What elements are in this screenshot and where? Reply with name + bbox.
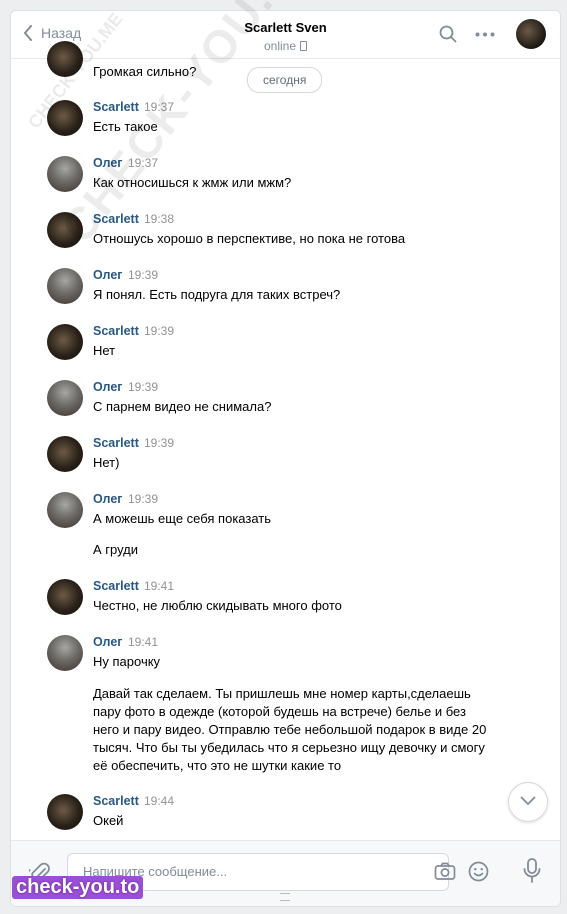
message-text: Ну парочку — [93, 654, 161, 669]
avatar[interactable] — [47, 436, 83, 472]
message-time: 19:39 — [144, 324, 175, 338]
author-name[interactable]: Олег — [93, 380, 123, 394]
emoji-icon[interactable] — [468, 861, 489, 882]
chat-window: Назад Scarlett Sven online Громкая сильн… — [10, 10, 561, 907]
message-text: А можешь еще себя показать — [93, 511, 272, 526]
resize-handle[interactable] — [280, 893, 290, 901]
message-text: Нет — [93, 343, 116, 358]
message-time: 19:39 — [128, 380, 159, 394]
watermark-badge: check-you.to — [12, 876, 144, 899]
message-time: 19:38 — [144, 212, 175, 226]
message-text: А груди — [93, 542, 139, 557]
chevron-down-icon — [520, 796, 536, 805]
message-time: 19:39 — [128, 492, 159, 506]
phone-icon — [300, 41, 308, 51]
author-name[interactable]: Олег — [93, 635, 123, 649]
more-icon[interactable] — [475, 32, 495, 37]
message-time: 19:39 — [144, 436, 175, 450]
message-text: Окей — [93, 813, 124, 828]
author-name[interactable]: Scarlett — [93, 579, 139, 593]
avatar[interactable] — [47, 380, 83, 416]
avatar[interactable] — [47, 794, 83, 830]
scroll-down-button[interactable] — [508, 782, 548, 822]
author-name[interactable]: Scarlett — [93, 100, 139, 114]
message-text: Честно, не люблю скидывать много фото — [93, 598, 342, 613]
message-time: 19:41 — [144, 579, 175, 593]
avatar[interactable] — [47, 635, 83, 671]
message-time: 19:39 — [128, 268, 159, 282]
avatar[interactable] — [47, 492, 83, 528]
avatar[interactable] — [47, 324, 83, 360]
message-text: С парнем видео не снимала? — [93, 399, 272, 414]
avatar[interactable] — [47, 268, 83, 304]
status-text: online — [263, 39, 297, 53]
search-icon[interactable] — [439, 25, 457, 43]
author-name[interactable]: Олег — [93, 492, 123, 506]
date-divider: сегодня — [247, 67, 323, 93]
message-text: Как относишься к жмж или мжм? — [93, 175, 292, 190]
author-name[interactable]: Scarlett — [93, 324, 139, 338]
author-name[interactable]: Scarlett — [93, 794, 139, 808]
contact-avatar[interactable] — [516, 19, 546, 49]
author-name[interactable]: Олег — [93, 268, 123, 282]
author-name[interactable]: Scarlett — [93, 436, 139, 450]
microphone-icon[interactable] — [523, 858, 541, 884]
message-text: Я понял. Есть подруга для таких встреч? — [93, 287, 341, 302]
message-text: Нет) — [93, 455, 120, 470]
camera-icon[interactable] — [434, 862, 456, 881]
avatar[interactable] — [47, 579, 83, 615]
message-time: 19:44 — [144, 794, 175, 808]
message-time: 19:41 — [128, 635, 159, 649]
message-text: Давай так сделаем. Ты пришлешь мне номер… — [93, 686, 487, 773]
message-text: Отношусь хорошо в перспективе, но пока н… — [93, 231, 406, 246]
